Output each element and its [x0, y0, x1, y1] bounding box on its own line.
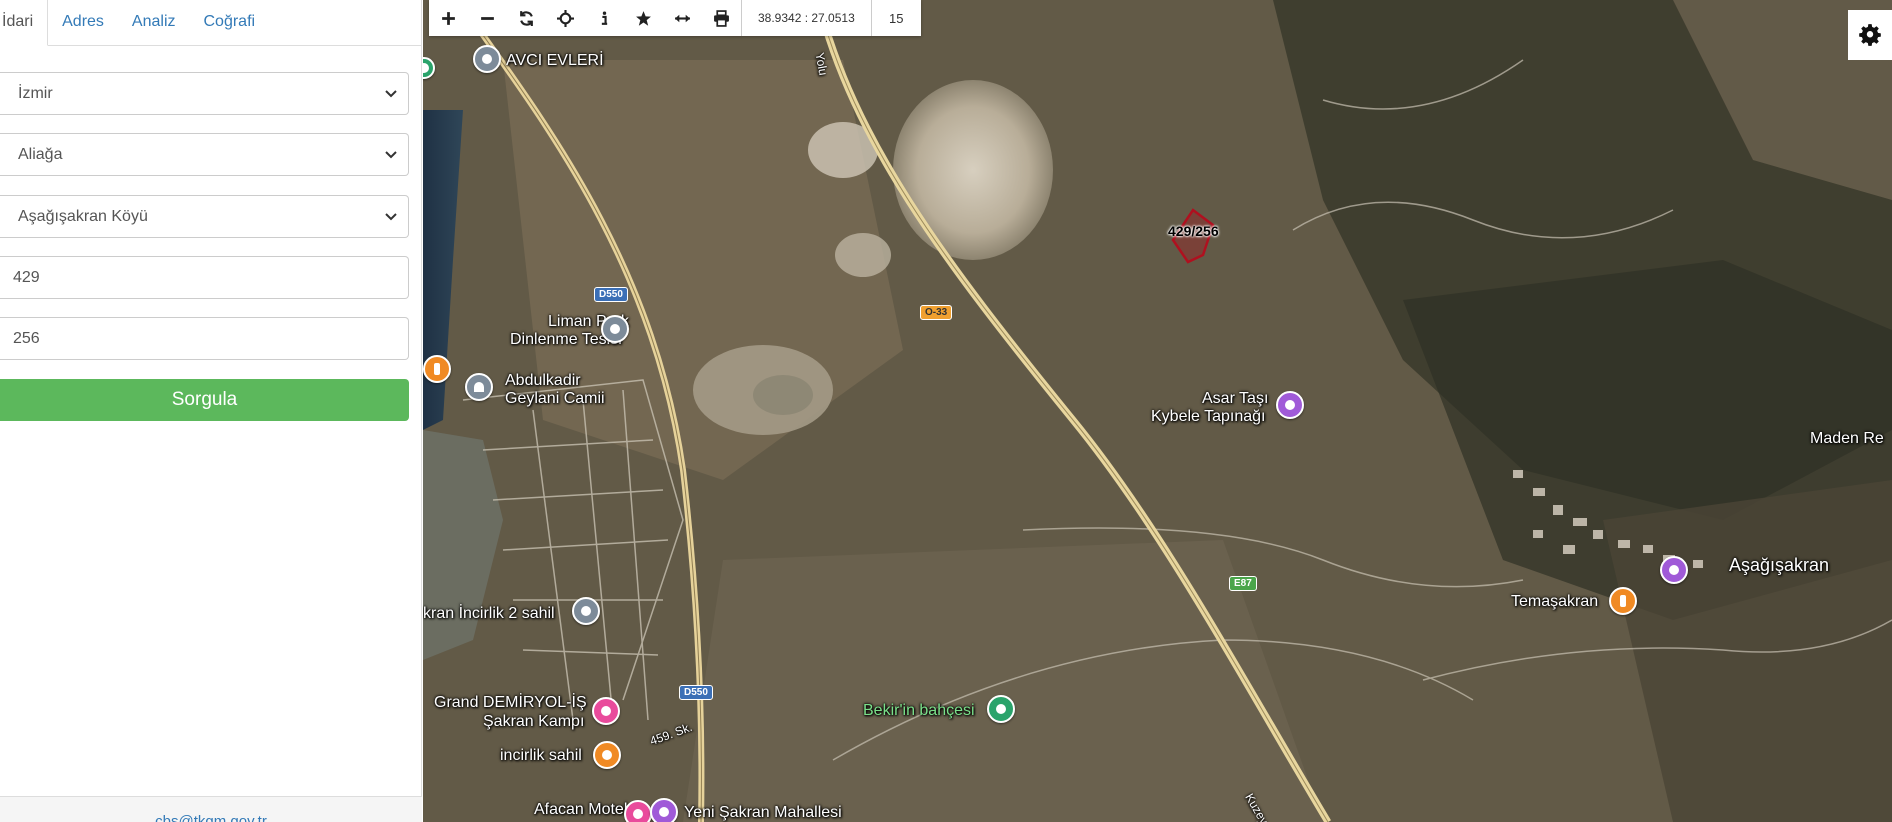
sidebar: İdari Adres Analiz Coğrafi İzmir Aliağa … [0, 0, 422, 822]
cafe-icon[interactable] [593, 741, 621, 769]
query-button[interactable]: Sorgula [0, 379, 409, 421]
parcel-input[interactable]: 256 [0, 317, 409, 360]
parcel-label: 429/256 [1168, 223, 1219, 239]
tab-adres[interactable]: Adres [48, 0, 118, 46]
gear-icon [1859, 24, 1881, 46]
parcel-value: 256 [13, 329, 40, 347]
refresh-icon [520, 10, 533, 26]
place-label: Aşağışakran [1729, 555, 1830, 575]
chevron-down-icon [385, 151, 397, 159]
landmark-icon[interactable] [1660, 556, 1688, 584]
refresh-button[interactable] [507, 0, 546, 36]
place-label: Abdulkadir [505, 372, 581, 389]
hotel-icon[interactable] [624, 800, 652, 822]
info-icon [601, 10, 608, 25]
place-label: Grand DEMİRYOL-İŞ [434, 694, 587, 711]
tab-idari[interactable]: İdari [0, 0, 49, 46]
tab-cografi[interactable]: Coğrafi [190, 0, 270, 46]
district-select[interactable]: Aliağa [0, 133, 409, 176]
zoom-in-button[interactable] [429, 0, 468, 36]
street-label: Yolu [812, 51, 831, 77]
print-button[interactable] [702, 0, 741, 36]
block-input[interactable]: 429 [0, 256, 409, 299]
block-value: 429 [13, 268, 40, 286]
place-label: incirlik sahil [500, 747, 582, 764]
sidebar-tabs: İdari Adres Analiz Coğrafi [0, 0, 421, 46]
place-marker-icon[interactable] [601, 315, 629, 343]
sidebar-footer: cbs@tkgm.gov.tr [0, 796, 422, 822]
place-label: Kybele Tapınağı [1151, 408, 1266, 425]
place-label: Şakran Kampı [483, 713, 585, 730]
place-label: Afacan Motel [534, 801, 628, 818]
garden-icon[interactable] [987, 695, 1015, 723]
province-value: İzmir [18, 84, 53, 102]
place-label: AVCI EVLERİ [506, 52, 604, 69]
place-marker-icon[interactable] [572, 597, 600, 625]
map-toolbar: 38.9342 : 27.0513 15 [429, 0, 921, 36]
road-shield-d550: D550 [679, 685, 713, 700]
zoom-out-button[interactable] [468, 0, 507, 36]
province-select[interactable]: İzmir [0, 72, 409, 115]
place-label: Bekir'in bahçesi [863, 702, 975, 719]
zoom-in-icon [442, 11, 455, 25]
measure-icon [675, 14, 690, 22]
chevron-down-icon [385, 90, 397, 98]
place-label: Yeni Şakran Mahallesi [684, 804, 842, 821]
measure-button[interactable] [663, 0, 702, 36]
temple-icon[interactable] [1276, 391, 1304, 419]
neighborhood-value: Aşağışakran Köyü [18, 207, 148, 225]
hotel-icon[interactable] [592, 697, 620, 725]
zoom-level: 15 [870, 0, 921, 36]
place-label: Maden Re [1810, 430, 1884, 447]
coordinate-readout: 38.9342 : 27.0513 [741, 0, 871, 36]
star-icon [636, 10, 651, 26]
info-button[interactable] [585, 0, 624, 36]
place-label: Geylani Camii [505, 390, 605, 407]
favorites-button[interactable] [624, 0, 663, 36]
place-label: Temaşakran [1511, 593, 1599, 610]
neighborhood-select[interactable]: Aşağışakran Köyü [0, 195, 409, 238]
map-view[interactable]: D550 D550 O-33 E87 459. Sk. Kuzey Yolu 4… [423, 0, 1892, 822]
locate-icon [557, 9, 574, 27]
print-icon [714, 9, 729, 27]
district-value: Aliağa [18, 145, 63, 163]
mosque-icon[interactable] [465, 373, 493, 401]
settings-button[interactable] [1848, 10, 1892, 60]
restaurant-icon[interactable] [423, 355, 451, 383]
place-marker-icon[interactable] [473, 45, 501, 73]
locate-button[interactable] [546, 0, 585, 36]
zoom-out-icon [481, 16, 494, 20]
chevron-down-icon [385, 213, 397, 221]
road-shield-d550: D550 [594, 287, 628, 302]
app-root: İdari Adres Analiz Coğrafi İzmir Aliağa … [0, 0, 1892, 822]
road-shield-e87: E87 [1229, 576, 1257, 591]
place-label: kran İncirlik 2 sahil [423, 605, 555, 622]
road-shield-o33: O-33 [920, 305, 953, 320]
place-label: Asar Taşı [1202, 390, 1269, 407]
restaurant-icon[interactable] [1609, 587, 1637, 615]
tab-analiz[interactable]: Analiz [118, 0, 190, 46]
contact-email-link[interactable]: cbs@tkgm.gov.tr [155, 813, 267, 822]
place-marker-icon[interactable] [650, 798, 678, 822]
